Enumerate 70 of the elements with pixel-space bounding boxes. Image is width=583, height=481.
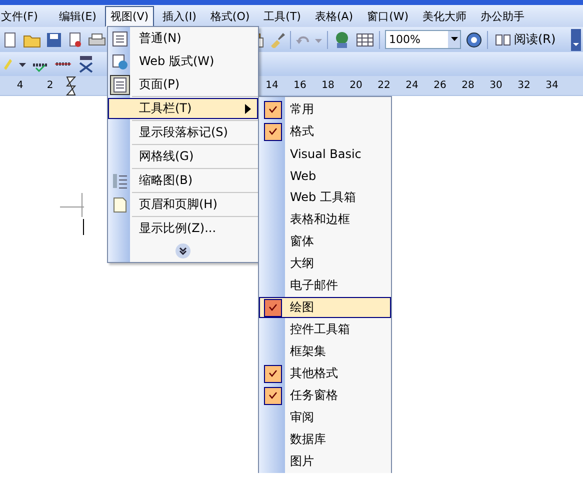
help-icon[interactable] — [466, 32, 482, 48]
document-icon[interactable] — [67, 32, 83, 48]
menu-item[interactable]: 缩略图(B) — [108, 170, 258, 191]
menu-item[interactable]: 普通(N) — [108, 28, 258, 49]
ruler-number: 26 — [432, 80, 448, 91]
menu-item[interactable]: 窗体 — [259, 231, 391, 252]
menu-item[interactable]: 常用 — [259, 99, 391, 120]
menu-item[interactable]: 任务窗格 — [259, 385, 391, 406]
table-icon[interactable] — [356, 32, 374, 48]
page-view-icon — [110, 74, 130, 94]
menu-item[interactable]: Web 版式(W) — [108, 51, 258, 72]
margin-corner-mark — [60, 193, 84, 217]
menu-item[interactable]: 控件工具箱 — [259, 319, 391, 340]
web-layout-icon — [112, 54, 128, 70]
submenu-arrow-icon — [245, 104, 251, 114]
indent-marker-icon[interactable] — [66, 76, 76, 96]
read-button[interactable]: 阅读(R) — [493, 31, 558, 48]
menu-item[interactable]: 美化大师 — [418, 6, 472, 26]
menu-item[interactable]: 显示比例(Z)... — [108, 218, 258, 239]
printer-icon[interactable] — [88, 32, 106, 48]
menu-item[interactable]: 办公助手 — [476, 6, 530, 26]
menu-item[interactable]: 工具栏(T) — [108, 98, 258, 119]
menu-item[interactable]: 表格(A) — [310, 6, 358, 26]
zoom-dropdown[interactable]: 100% — [385, 30, 461, 49]
menu-item[interactable]: 大纲 — [259, 253, 391, 274]
ruler-number: 14 — [264, 80, 280, 91]
ruler-number: 28 — [460, 80, 476, 91]
menu-item[interactable]: 格式 — [259, 121, 391, 142]
menu-item[interactable]: 页眉和页脚(H) — [108, 194, 258, 215]
ruler-number: 24 — [404, 80, 420, 91]
ruler-number: 34 — [544, 80, 560, 91]
caret-icon — [450, 37, 458, 42]
menu-item[interactable]: 页面(P) — [108, 74, 258, 95]
paintbrush-icon[interactable] — [269, 32, 285, 48]
menu-item[interactable]: Web 工具箱 — [259, 187, 391, 208]
menu-item[interactable]: 图片 — [259, 451, 391, 472]
menu-item[interactable]: 其他格式 — [259, 363, 391, 384]
menu-item[interactable]: 显示段落标记(S) — [108, 122, 258, 143]
expand-chevron-icon[interactable] — [175, 243, 191, 259]
menu-item[interactable]: 电子邮件 — [259, 275, 391, 296]
menu-item[interactable]: Web — [259, 165, 391, 186]
ruler-number: 2 — [46, 80, 54, 91]
menu-item[interactable]: 插入(I) — [158, 6, 202, 26]
ruler-number: 18 — [320, 80, 336, 91]
new-document-icon[interactable] — [2, 32, 18, 48]
book-icon — [495, 34, 511, 46]
menu-item[interactable]: 窗口(W) — [362, 6, 414, 26]
ruler-number: 30 — [488, 80, 504, 91]
text-cursor — [83, 219, 84, 235]
ruler-number: 32 — [516, 80, 532, 91]
menu-item[interactable]: 框架集 — [259, 341, 391, 362]
menu-item[interactable]: 文件(F) — [0, 6, 43, 26]
thumbnail-icon — [112, 172, 128, 188]
toolbar-options-icon[interactable] — [571, 28, 581, 50]
ruler-number: 4 — [16, 80, 24, 91]
menu-item[interactable]: 视图(V) — [105, 6, 154, 26]
menu-item[interactable]: 绘图 — [259, 297, 391, 318]
menu-item[interactable]: 表格和边框 — [259, 209, 391, 230]
ruler-number: 20 — [348, 80, 364, 91]
menu-item[interactable]: 工具(T) — [258, 6, 306, 26]
menu-item[interactable]: 数据库 — [259, 429, 391, 450]
menu-item[interactable]: 网格线(G) — [108, 146, 258, 167]
menu-item[interactable]: Visual Basic — [259, 143, 391, 164]
ruler-number: 22 — [376, 80, 392, 91]
ruler-number: 16 — [292, 80, 308, 91]
normal-view-icon — [112, 30, 128, 46]
menu-item[interactable]: 编辑(E) — [54, 6, 102, 26]
menu-item[interactable]: 格式(O) — [205, 6, 255, 26]
menu-item[interactable]: 审阅 — [259, 407, 391, 428]
page-icon — [113, 196, 127, 212]
